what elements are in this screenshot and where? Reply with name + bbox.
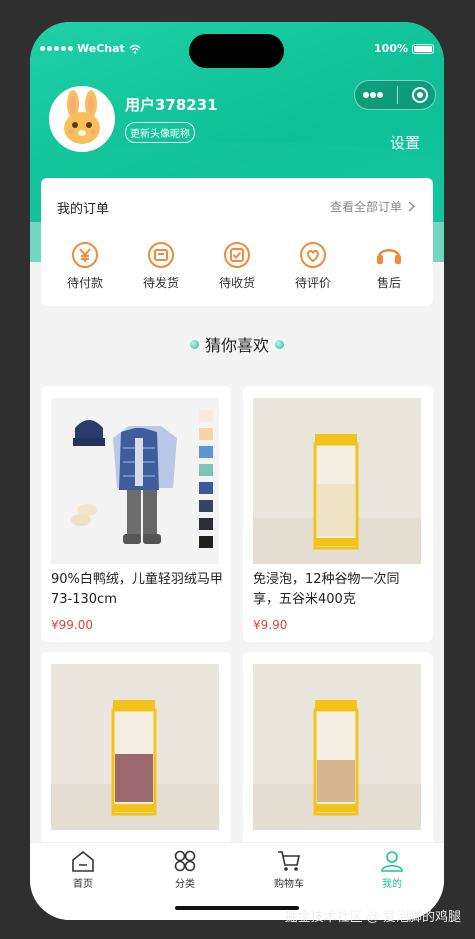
username: 用户378231 xyxy=(125,96,218,114)
order-pending-receipt[interactable]: 待收货 xyxy=(206,240,268,291)
product-image-grain-rice[interactable] xyxy=(253,398,421,564)
order-pending-review-label: 待评价 xyxy=(294,276,331,290)
dynamic-island xyxy=(189,34,284,68)
tab-home-label: 首页 xyxy=(73,879,93,890)
mini-program-capsule[interactable] xyxy=(354,80,436,110)
update-avatar-nickname-button[interactable]: 更新头像昵称 xyxy=(125,122,195,143)
tab-category-label: 分类 xyxy=(175,879,195,890)
product-image-tan-grain[interactable] xyxy=(253,664,421,830)
chevron-right-icon xyxy=(408,201,415,212)
user-icon xyxy=(381,851,403,872)
receive-check-icon xyxy=(224,242,250,268)
battery-icon xyxy=(412,43,434,54)
view-all-orders-label: 查看全部订单 xyxy=(329,200,402,214)
settings-button[interactable]: 设置 xyxy=(390,132,420,153)
order-pending-shipment[interactable]: 待发货 xyxy=(130,240,192,291)
order-pending-review[interactable]: 待评价 xyxy=(282,240,344,291)
order-card: 我的订单 查看全部订单 待付款 待发货 待收货 待评价 售后 xyxy=(41,178,433,306)
battery-percent: 100% xyxy=(374,42,408,55)
headset-icon xyxy=(377,249,401,264)
order-pending-payment-label: 待付款 xyxy=(66,276,103,290)
product-price: ¥99.00 xyxy=(51,618,93,632)
home-icon xyxy=(72,850,94,872)
tab-home[interactable]: 首页 xyxy=(43,849,123,890)
signal-icon xyxy=(40,46,73,51)
avatar[interactable] xyxy=(49,86,115,152)
order-after-sales[interactable]: 售后 xyxy=(358,240,420,291)
watermark: 掘金技术社区 @ 爱泡脚的鸡腿 xyxy=(284,909,461,924)
more-dots-icon[interactable] xyxy=(362,91,384,99)
tab-mine-label: 我的 xyxy=(382,879,402,890)
order-card-title: 我的订单 xyxy=(57,202,110,217)
wifi-icon xyxy=(129,44,141,54)
bullet-left-icon xyxy=(189,339,199,349)
product-card[interactable]: 90%白鸭绒，儿童轻羽绒马甲73-130cm ¥99.00 xyxy=(41,386,231,642)
phone-screen: WeChat 100% 用户378231 更新头像昵称 设置 我的订单 查看全部… xyxy=(30,22,444,920)
recommend-title: 猜你喜欢 xyxy=(204,336,269,355)
recommend-heading: 猜你喜欢 xyxy=(30,332,444,356)
cart-icon xyxy=(278,851,300,871)
product-title[interactable]: 90%白鸭绒，儿童轻羽绒马甲73-130cm xyxy=(51,570,223,610)
product-price: ¥9.90 xyxy=(253,618,288,632)
product-card[interactable]: 免浸泡，12种谷物一次同享，五谷米400克 ¥9.90 xyxy=(243,386,433,642)
tab-mine[interactable]: 我的 xyxy=(352,849,432,890)
heart-comment-icon xyxy=(300,242,326,268)
view-all-orders-link[interactable]: 查看全部订单 xyxy=(330,198,415,215)
yen-circle-icon xyxy=(72,242,98,268)
tab-cart-label: 购物车 xyxy=(274,879,304,890)
order-after-sales-label: 售后 xyxy=(376,276,401,290)
order-pending-payment[interactable]: 待付款 xyxy=(54,240,116,291)
close-target-icon[interactable] xyxy=(411,86,429,104)
bunny-avatar-icon xyxy=(51,88,113,150)
home-indicator xyxy=(175,906,299,910)
tab-category[interactable]: 分类 xyxy=(145,849,225,890)
carrier-label: WeChat xyxy=(77,42,125,55)
tab-cart[interactable]: 购物车 xyxy=(249,849,329,890)
product-image-red-grain[interactable] xyxy=(51,664,219,830)
product-title[interactable]: 免浸泡，12种谷物一次同享，五谷米400克 xyxy=(253,570,425,610)
shipping-box-icon xyxy=(148,242,174,268)
category-icon xyxy=(174,850,196,872)
product-image-kids-vest[interactable] xyxy=(51,398,219,564)
order-pending-receipt-label: 待收货 xyxy=(218,276,255,290)
order-pending-shipment-label: 待发货 xyxy=(142,276,179,290)
bullet-right-icon xyxy=(275,339,284,349)
